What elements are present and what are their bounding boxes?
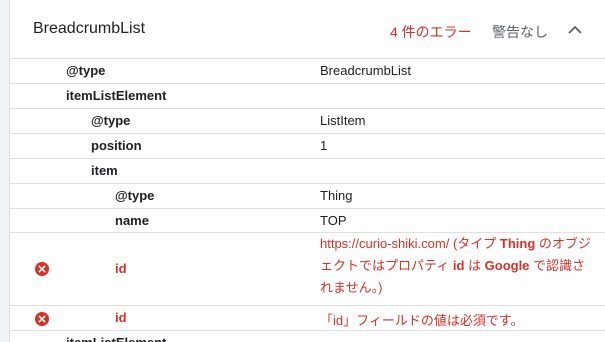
table-row: name TOP <box>10 209 605 233</box>
error-count: 4 件のエラー <box>390 24 472 40</box>
property-key: @type <box>66 63 106 78</box>
property-key: itemListElement <box>66 88 167 103</box>
table-row: itemListElement <box>10 331 605 342</box>
table-row: @type ListItem <box>10 109 605 134</box>
property-value: 1 <box>320 138 328 153</box>
table-row: itemListElement <box>10 84 605 109</box>
property-key: item <box>91 163 118 178</box>
property-key: name <box>115 213 149 228</box>
error-row: id https://curio-shiki.com/ (タイプ Thing の… <box>10 233 605 306</box>
property-value: ListItem <box>320 113 366 128</box>
type-name: Thing <box>499 236 536 251</box>
error-row: id 「id」フィールドの値は必須です。 <box>10 306 605 331</box>
property-key: itemListElement <box>66 335 166 342</box>
property-value: TOP <box>320 213 347 228</box>
error-icon <box>35 262 49 276</box>
property-value: BreadcrumbList <box>320 63 412 78</box>
prop-name: id <box>452 258 465 273</box>
table-row: position 1 <box>10 134 605 159</box>
property-value: Thing <box>320 188 353 203</box>
chevron-up-icon[interactable] <box>565 20 585 40</box>
property-value: 「id」フィールドの値は必須です。 <box>320 313 524 328</box>
structured-data-card: BreadcrumbList 4 件のエラー 警告なし @type Breadc… <box>9 0 605 342</box>
property-key: @type <box>91 113 131 128</box>
error-url: https://curio-shiki.com/ <box>320 236 450 251</box>
error-icon <box>35 312 49 326</box>
warning-count: 警告なし <box>492 24 548 40</box>
property-key: position <box>91 138 142 153</box>
card-title: BreadcrumbList <box>33 20 146 37</box>
table-row: @type Thing <box>10 184 605 209</box>
property-key: id <box>115 261 127 276</box>
error-message: https://curio-shiki.com/ (タイプ Thing のオブジ… <box>320 236 591 295</box>
table-row: item <box>10 159 605 184</box>
google-name: Google <box>484 258 530 273</box>
card-header[interactable]: BreadcrumbList 4 件のエラー 警告なし <box>10 0 605 59</box>
table-row: @type BreadcrumbList <box>10 59 605 84</box>
property-key: id <box>115 310 127 325</box>
property-key: @type <box>115 188 155 203</box>
